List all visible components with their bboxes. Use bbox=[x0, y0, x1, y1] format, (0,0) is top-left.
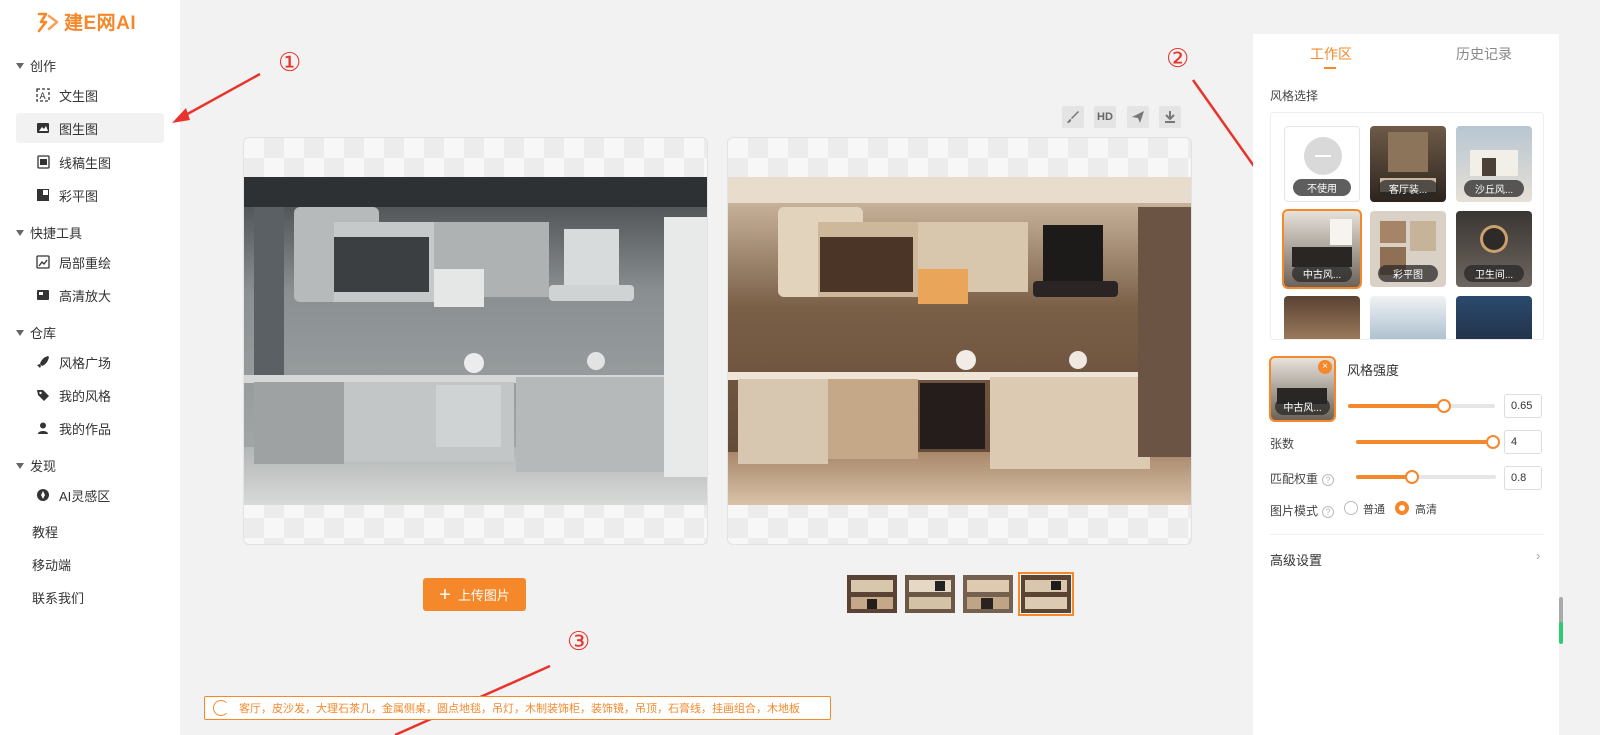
upload-label: 上传图片 bbox=[457, 588, 510, 603]
help-icon[interactable]: ? bbox=[1322, 505, 1335, 518]
style-card[interactable] bbox=[1284, 296, 1360, 339]
style-card-caption: 卫生间... bbox=[1464, 265, 1524, 282]
strength-value-input[interactable]: 0.65 bbox=[1504, 394, 1542, 418]
current-style-thumbnail[interactable]: 中古风... × bbox=[1269, 356, 1336, 422]
style-select-label: 风格选择 bbox=[1270, 89, 1319, 103]
tab-workspace[interactable]: 工作区 bbox=[1310, 44, 1352, 64]
count-label: 张数 bbox=[1270, 437, 1295, 451]
none-icon bbox=[1304, 137, 1342, 175]
mode-label-row: 图片模式? bbox=[1270, 502, 1335, 519]
count-slider-knob[interactable] bbox=[1486, 435, 1500, 449]
input-kitchen-image bbox=[244, 177, 707, 505]
remove-style-icon[interactable]: × bbox=[1318, 360, 1332, 374]
weight-label-row: 匹配权重? bbox=[1270, 470, 1335, 487]
prompt-text: 客厅，皮沙发，大理石茶几，金属侧桌，圆点地毯，吊灯，木制装饰柜，装饰镜，吊顶，石… bbox=[239, 703, 800, 715]
chevron-right-icon[interactable]: › bbox=[1536, 548, 1540, 563]
style-card-caption: 客厅装... bbox=[1378, 180, 1438, 197]
prompt-bar[interactable]: 客厅，皮沙发，大理石茶几，金属侧桌，圆点地毯，吊灯，木制装饰柜，装饰镜，吊顶，石… bbox=[204, 696, 831, 720]
refresh-icon[interactable] bbox=[213, 700, 229, 716]
weight-slider-knob[interactable] bbox=[1405, 470, 1419, 484]
style-card-caption: 中古风... bbox=[1292, 265, 1352, 282]
strength-label: 风格强度 bbox=[1347, 363, 1400, 378]
strength-slider-fill bbox=[1348, 404, 1444, 408]
weight-slider-fill bbox=[1356, 475, 1412, 479]
style-card-color-plan[interactable]: 彩平图 bbox=[1370, 211, 1446, 287]
divider bbox=[1270, 534, 1544, 535]
style-grid: 不使用 客厅装... 沙丘风... 中古风... 彩平图 卫生间... bbox=[1270, 112, 1544, 340]
hd-label: HD bbox=[1097, 111, 1113, 123]
strength-slider-knob[interactable] bbox=[1436, 399, 1451, 413]
upload-image-button[interactable]: + 上传图片 bbox=[423, 578, 526, 611]
plus-icon: + bbox=[439, 583, 451, 606]
count-value-input[interactable]: 4 bbox=[1504, 430, 1542, 454]
style-card-caption: 不使用 bbox=[1293, 179, 1351, 196]
mode-label: 图片模式 bbox=[1270, 504, 1319, 518]
send-icon[interactable] bbox=[1127, 106, 1149, 128]
style-card-midcentury[interactable]: 中古风... bbox=[1282, 209, 1362, 289]
mode-hd-radio[interactable] bbox=[1395, 501, 1409, 515]
strength-slider[interactable] bbox=[1348, 399, 1495, 413]
result-thumbnail[interactable] bbox=[905, 575, 955, 613]
active-tab-underline bbox=[1324, 67, 1336, 69]
style-card-none[interactable]: 不使用 bbox=[1284, 126, 1360, 202]
annotation-marker-2: ② bbox=[1166, 44, 1190, 74]
style-card-caption: 彩平图 bbox=[1378, 265, 1438, 282]
weight-value-input[interactable]: 0.8 bbox=[1504, 466, 1542, 490]
brush-icon[interactable] bbox=[1062, 106, 1084, 128]
annotation-arrow-1 bbox=[181, 72, 261, 119]
weight-label: 匹配权重 bbox=[1270, 472, 1319, 486]
input-image-panel[interactable] bbox=[243, 137, 708, 545]
style-card[interactable] bbox=[1456, 296, 1532, 339]
mode-normal-radio[interactable] bbox=[1344, 501, 1358, 515]
result-thumbnail[interactable] bbox=[847, 575, 897, 613]
style-card-bathroom[interactable]: 卫生间... bbox=[1456, 211, 1532, 287]
advanced-settings-label[interactable]: 高级设置 bbox=[1270, 550, 1322, 569]
output-kitchen-image bbox=[728, 177, 1191, 505]
annotation-arrowhead-1 bbox=[172, 108, 190, 123]
hd-button[interactable]: HD bbox=[1094, 106, 1116, 128]
weight-slider[interactable] bbox=[1356, 470, 1496, 484]
tab-history[interactable]: 历史记录 bbox=[1456, 44, 1512, 64]
style-card-caption: 沙丘风... bbox=[1464, 180, 1524, 197]
result-thumbnail[interactable] bbox=[963, 575, 1013, 613]
style-card-dune[interactable]: 沙丘风... bbox=[1456, 126, 1532, 202]
download-icon[interactable] bbox=[1159, 106, 1181, 128]
output-image-panel[interactable] bbox=[727, 137, 1192, 545]
scrollbar-indicator bbox=[1559, 622, 1563, 644]
count-slider-fill bbox=[1356, 440, 1493, 444]
right-panel: 工作区 历史记录 风格选择 不使用 客厅装... 沙丘风... 中古风... 彩… bbox=[1253, 34, 1559, 735]
current-style-caption: 中古风... bbox=[1275, 398, 1330, 415]
result-thumbnail-selected[interactable] bbox=[1018, 572, 1074, 616]
help-icon[interactable]: ? bbox=[1322, 473, 1335, 486]
style-card[interactable] bbox=[1370, 296, 1446, 339]
count-slider[interactable] bbox=[1356, 435, 1500, 449]
annotation-marker-3: ③ bbox=[567, 627, 591, 657]
mode-normal-label[interactable]: 普通 bbox=[1363, 501, 1385, 517]
style-card-living-room[interactable]: 客厅装... bbox=[1370, 126, 1446, 202]
mode-hd-label[interactable]: 高清 bbox=[1415, 501, 1437, 517]
